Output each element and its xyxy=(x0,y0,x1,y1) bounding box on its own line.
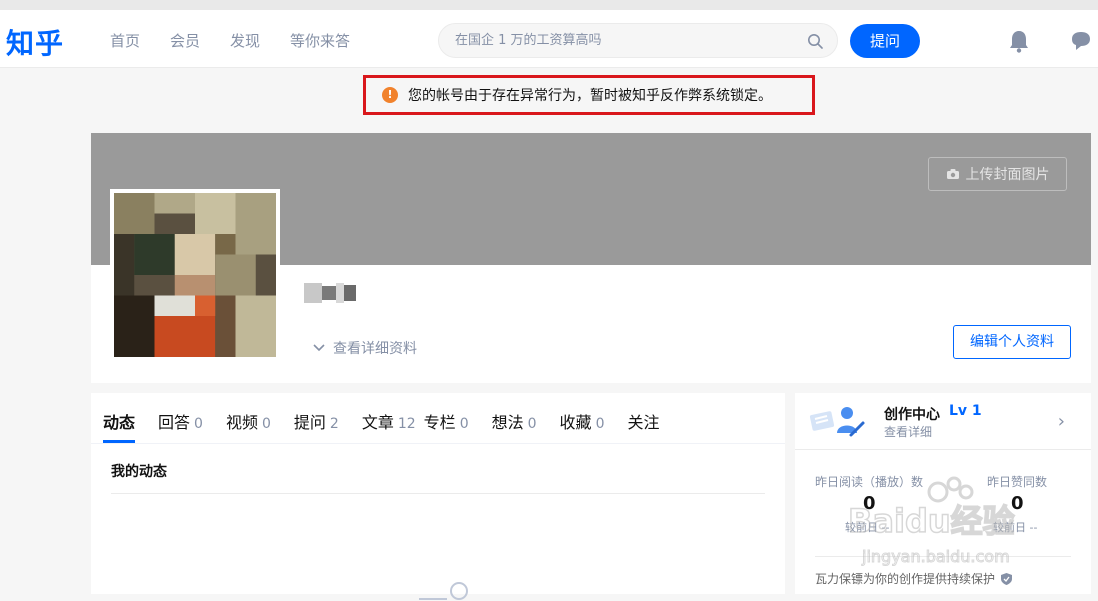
warning-icon: ! xyxy=(382,87,398,103)
nav-vip[interactable]: 会员 xyxy=(170,30,200,51)
tab-label: 关注 xyxy=(627,413,660,432)
upload-cover-label: 上传封面图片 xyxy=(965,167,1050,183)
empty-state-icon xyxy=(419,582,468,600)
level-badge: Lv 1 xyxy=(949,403,982,419)
search-input[interactable] xyxy=(439,24,779,57)
main-nav: 首页 会员 发现 等你来答 xyxy=(110,30,380,51)
profile-card: 上传封面图片 查看详细资料 编辑个人资料 xyxy=(91,133,1091,383)
tab-activity[interactable]: 动态 xyxy=(103,393,136,443)
tab-label: 视频 xyxy=(225,413,258,432)
my-activity-title: 我的动态 xyxy=(111,464,167,480)
browser-top-strip xyxy=(0,0,1098,10)
nav-waiting-answers[interactable]: 等你来答 xyxy=(290,30,350,51)
camera-icon xyxy=(946,169,959,179)
tab-answers[interactable]: 回答 0 xyxy=(158,393,203,443)
tab-questions[interactable]: 提问 2 xyxy=(294,393,339,443)
activity-panel: 动态 回答 0 视频 0 提问 2 文章 12 专栏 0 想法 0 收藏 0 关注 我的动态 xyxy=(91,393,785,600)
tab-columns[interactable]: 专栏 0 xyxy=(424,393,469,443)
tab-label: 文章 xyxy=(361,413,394,432)
username-blurred xyxy=(304,283,356,303)
upload-cover-button[interactable]: 上传封面图片 xyxy=(928,157,1067,191)
nav-home[interactable]: 首页 xyxy=(110,30,140,51)
tab-count: 0 xyxy=(527,416,537,432)
tab-label: 想法 xyxy=(491,413,524,432)
chevron-down-icon xyxy=(313,344,325,352)
creator-center-panel: 创作中心 Lv 1 查看详细 › 昨日阅读（播放）数 0 较前日 -- 昨日赞同… xyxy=(795,393,1091,594)
protection-text: 瓦力保镖为你的创作提供持续保护 xyxy=(815,572,996,586)
search-box xyxy=(438,23,838,58)
tab-count: 12 xyxy=(397,416,416,432)
avatar-pixelated-image xyxy=(114,193,276,357)
view-details-link[interactable]: 查看详细资料 xyxy=(313,338,417,358)
shield-icon xyxy=(1001,572,1013,585)
stat-upvotes-value: 0 xyxy=(1011,493,1024,514)
tab-count: 0 xyxy=(261,416,271,432)
edit-profile-button[interactable]: 编辑个人资料 xyxy=(953,325,1071,359)
view-details-label: 查看详细资料 xyxy=(333,341,417,357)
tab-label: 收藏 xyxy=(559,413,592,432)
creator-center-icon[interactable] xyxy=(807,401,869,441)
stat-reads-compare: 较前日 -- xyxy=(845,521,890,534)
protection-note: 瓦力保镖为你的创作提供持续保护 xyxy=(815,570,1013,587)
tab-label: 动态 xyxy=(103,413,136,432)
tab-collections[interactable]: 收藏 0 xyxy=(560,393,605,443)
stat-reads-value: 0 xyxy=(863,493,876,514)
avatar[interactable] xyxy=(110,189,280,361)
tab-label: 回答 xyxy=(158,413,191,432)
tab-label: 专栏 xyxy=(423,413,456,432)
tab-articles[interactable]: 文章 12 xyxy=(362,393,416,443)
stat-upvotes-compare: 较前日 -- xyxy=(993,521,1038,534)
section-divider xyxy=(111,493,765,494)
search-icon[interactable] xyxy=(807,33,823,49)
creator-center-title[interactable]: 创作中心 xyxy=(884,404,940,424)
tab-thoughts[interactable]: 想法 0 xyxy=(492,393,537,443)
tab-following[interactable]: 关注 xyxy=(627,393,659,443)
stat-reads-label: 昨日阅读（播放）数 xyxy=(815,475,924,489)
stat-upvotes-label: 昨日赞同数 xyxy=(987,475,1048,489)
profile-tabs: 动态 回答 0 视频 0 提问 2 文章 12 专栏 0 想法 0 收藏 0 关注 xyxy=(103,393,683,443)
tab-count: 0 xyxy=(194,416,203,432)
tab-count: 0 xyxy=(595,416,605,432)
tabs-divider xyxy=(91,443,785,444)
top-header: 知乎 首页 会员 发现 等你来答 提问 xyxy=(0,10,1098,68)
account-locked-notice: ! 您的帐号由于存在异常行为，暂时被知乎反作弊系统锁定。 xyxy=(363,75,815,115)
bell-icon[interactable] xyxy=(1008,29,1030,53)
chevron-right-icon[interactable]: › xyxy=(1058,411,1065,432)
view-details-sub[interactable]: 查看详细 xyxy=(884,423,932,440)
chat-icon[interactable] xyxy=(1070,30,1092,52)
tab-count: 2 xyxy=(329,416,339,432)
tab-videos[interactable]: 视频 0 xyxy=(226,393,271,443)
ask-question-button[interactable]: 提问 xyxy=(850,24,920,58)
side-divider-2 xyxy=(815,556,1071,557)
nav-discover[interactable]: 发现 xyxy=(230,30,260,51)
zhihu-logo[interactable]: 知乎 xyxy=(6,22,64,62)
notice-text: 您的帐号由于存在异常行为，暂时被知乎反作弊系统锁定。 xyxy=(408,88,772,104)
tab-count: 0 xyxy=(459,416,469,432)
tab-label: 提问 xyxy=(293,413,326,432)
side-divider xyxy=(795,449,1091,450)
